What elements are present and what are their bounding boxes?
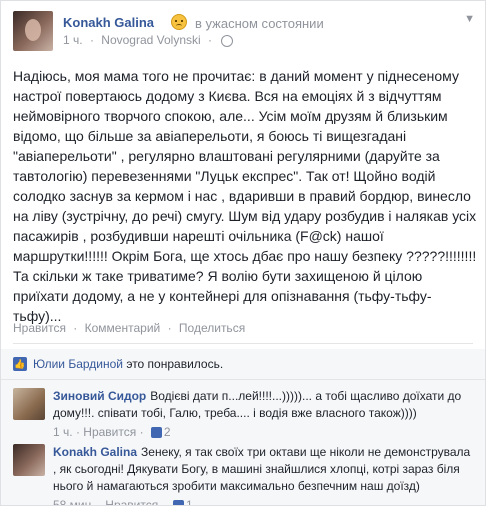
dot-separator: ·: [97, 498, 102, 506]
share-button[interactable]: Поделиться: [179, 321, 245, 335]
author-avatar[interactable]: [13, 11, 53, 51]
post-card: Konakh Galina в ужасном состоянии 1 ч. ·…: [0, 0, 486, 506]
comments-section: Зиновий Сидор Водієві дати п...лей!!!!...…: [1, 379, 485, 506]
comment-body: Konakh Galina Зенеку, я так своїх три окт…: [53, 444, 475, 506]
comment-author[interactable]: Konakh Galina: [53, 445, 137, 459]
commenter-avatar[interactable]: [13, 444, 45, 476]
comment-author[interactable]: Зиновий Сидор: [53, 389, 146, 403]
dot-separator: ·: [139, 425, 144, 439]
likes-rest: это понравилось.: [126, 357, 224, 371]
likes-text: Юлии Бардиной это понравилось.: [33, 357, 223, 371]
like-button[interactable]: Нравится: [13, 321, 66, 335]
globe-icon[interactable]: [221, 34, 234, 47]
like-count-icon: [172, 500, 184, 505]
comment-body: Зиновий Сидор Водієві дати п...лей!!!!...…: [53, 388, 475, 441]
likes-summary: 👍 Юлии Бардиной это понравилось.: [1, 349, 485, 379]
dot-separator: ·: [208, 33, 213, 47]
dot-separator: ·: [73, 321, 78, 335]
sad-face-icon: [171, 14, 187, 30]
dot-separator: ·: [167, 321, 172, 335]
comment-meta: 1 ч. · Нравится · 2: [53, 424, 475, 441]
dot-separator: ·: [89, 33, 94, 47]
liker-name[interactable]: Юлии Бардиной: [33, 357, 123, 371]
author-name[interactable]: Konakh Galina: [63, 15, 154, 30]
post-time[interactable]: 1 ч.: [63, 33, 83, 47]
comment-like-count[interactable]: 2: [164, 425, 171, 439]
thumbs-up-icon: 👍: [13, 357, 27, 371]
comment-meta: 58 мин. · Нравится · 1: [53, 497, 475, 506]
comment-button[interactable]: Комментарий: [85, 321, 161, 335]
post-actions: Нравится · Комментарий · Поделиться: [13, 321, 245, 335]
post-text: Надіюсь, моя мама того не прочитає: в да…: [13, 68, 477, 324]
like-count-icon: [150, 427, 162, 439]
comment-like-count[interactable]: 1: [186, 498, 193, 505]
comment-like-button[interactable]: Нравится: [105, 498, 158, 505]
commenter-avatar[interactable]: [13, 388, 45, 420]
feeling-status: в ужасном состоянии: [195, 16, 324, 31]
comment-time[interactable]: 58 мин.: [53, 498, 95, 505]
post-meta: 1 ч. · Novograd Volynski ·: [63, 33, 237, 47]
comment-time[interactable]: 1 ч.: [53, 425, 73, 439]
dot-separator: ·: [161, 498, 166, 506]
post-location[interactable]: Novograd Volynski: [101, 33, 200, 47]
dot-separator: ·: [75, 425, 80, 439]
chevron-down-icon[interactable]: ▼: [464, 13, 475, 25]
comment-like-button[interactable]: Нравится: [83, 425, 136, 439]
divider: [13, 343, 473, 344]
post-header: Konakh Galina в ужасном состоянии 1 ч. ·…: [13, 11, 483, 55]
